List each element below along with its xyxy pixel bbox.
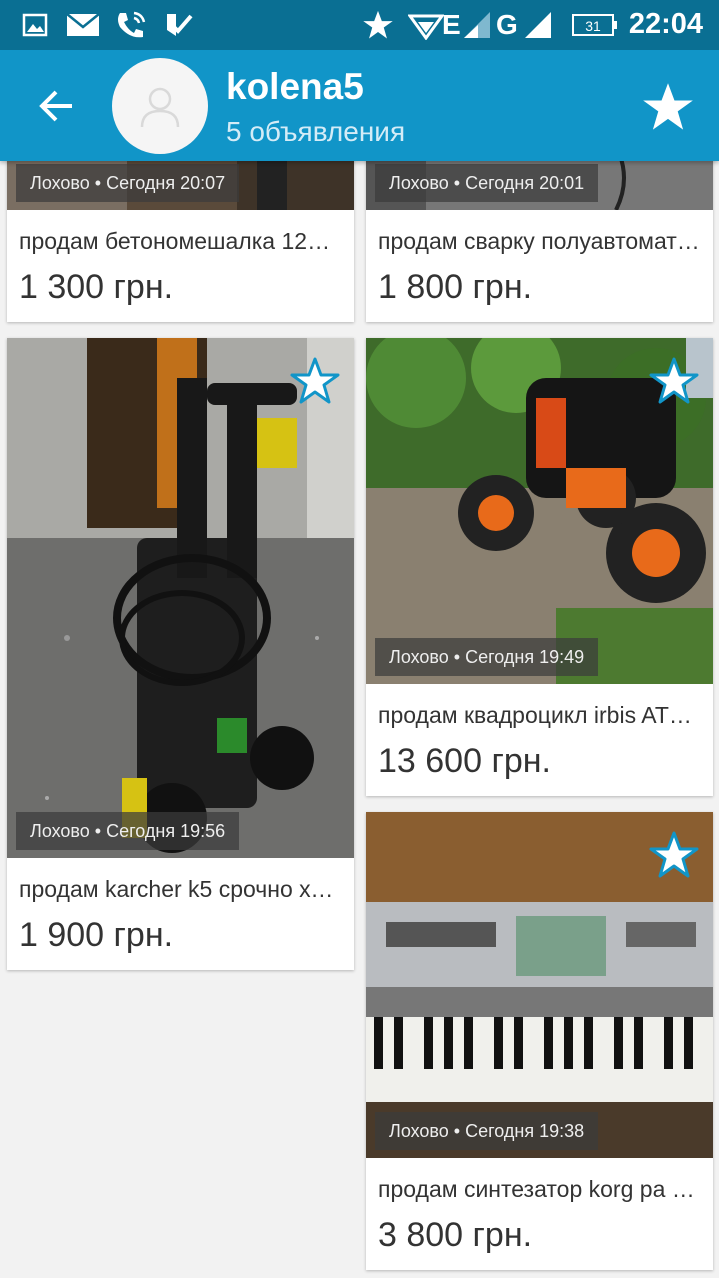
network-type-e: E xyxy=(442,9,461,40)
username: kolena5 xyxy=(226,66,364,107)
back-arrow-icon xyxy=(39,90,72,122)
listing-title: продам бетономешалка 120… xyxy=(19,228,342,254)
listing-location: Лохово • Сегодня 20:01 xyxy=(375,164,599,202)
favorite-star-icon[interactable] xyxy=(649,830,699,880)
listing-location: Лохово • Сегодня 19:49 xyxy=(375,638,599,676)
listing-price: 1 300 грн. xyxy=(19,268,174,306)
listing-location: Лохово • Сегодня 20:07 xyxy=(16,164,240,202)
listing-photo xyxy=(7,338,354,858)
avatar-placeholder-icon xyxy=(140,87,180,128)
favorite-user-button[interactable] xyxy=(639,78,697,136)
listing-price: 1 800 грн. xyxy=(378,268,533,306)
star-icon xyxy=(362,9,394,41)
listing-title: продам сварку полуавтомат… xyxy=(378,228,700,254)
listing-card[interactable]: Лохово • Сегодня 19:56 продам karcher k5… xyxy=(7,338,354,970)
favorite-star-icon xyxy=(643,83,693,130)
listing-price: 1 900 грн. xyxy=(19,916,174,954)
listing-price: 13 600 грн. xyxy=(378,742,551,780)
wifi-icon xyxy=(408,9,444,41)
listing-title: продам квадроцикл irbis AT… xyxy=(378,702,692,728)
battery-icon: 31 xyxy=(572,9,618,41)
battery-level: 31 xyxy=(585,18,601,34)
network-e-label: E xyxy=(442,9,461,41)
network-type-g: G xyxy=(496,9,518,40)
listings-grid: Лохово • Сегодня 20:07 продам бетономеша… xyxy=(0,0,719,1278)
listing-title: продам karcher k5 срочно хо… xyxy=(19,876,342,902)
listing-title: продам синтезатор korg pa 5… xyxy=(378,1176,701,1202)
image-icon xyxy=(22,9,48,41)
network-g-label: G xyxy=(496,9,518,41)
ads-count: 5 объявления xyxy=(226,116,406,147)
clock: 22:04 xyxy=(628,8,703,40)
mail-icon xyxy=(66,9,100,41)
listing-card[interactable]: Лохово • Сегодня 19:49 продам квадроцикл… xyxy=(366,338,713,796)
listing-card[interactable]: Лохово • Сегодня 19:38 продам синтезатор… xyxy=(366,812,713,1270)
checkmark-app-icon xyxy=(164,9,194,41)
app-bar: kolena5 5 объявления xyxy=(0,50,719,161)
signal-icon xyxy=(522,9,554,41)
status-bar: E G 31 22:04 xyxy=(0,0,719,50)
back-button[interactable] xyxy=(30,80,82,132)
listing-location: Лохово • Сегодня 19:38 xyxy=(375,1112,599,1150)
avatar[interactable] xyxy=(112,58,208,154)
signal-icon xyxy=(462,9,492,41)
listing-location: Лохово • Сегодня 19:56 xyxy=(16,812,240,850)
listing-price: 3 800 грн. xyxy=(378,1216,533,1254)
phone-wifi-icon xyxy=(114,9,148,41)
favorite-star-icon[interactable] xyxy=(649,356,699,406)
favorite-star-icon[interactable] xyxy=(290,356,340,406)
